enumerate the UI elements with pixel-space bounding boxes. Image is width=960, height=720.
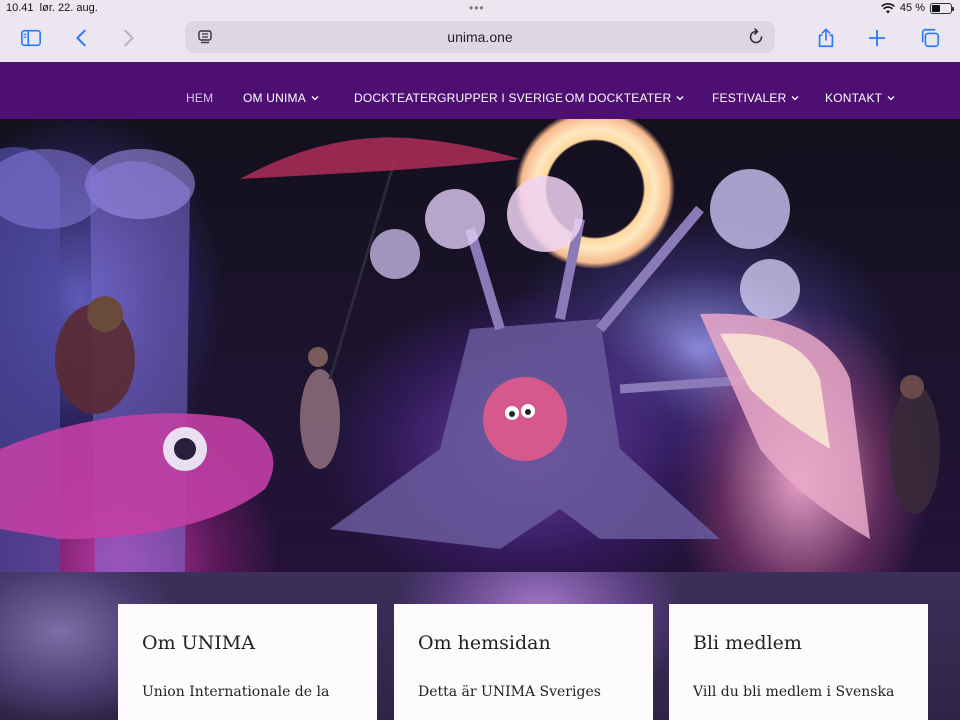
card-om-unima[interactable]: Om UNIMA Union Internationale de la bbox=[118, 604, 377, 720]
card-text: Union Internationale de la bbox=[142, 684, 330, 700]
chevron-down-icon bbox=[311, 96, 319, 101]
hero-stage-illustration bbox=[0, 137, 940, 572]
nav-item-dockteatergrupper[interactable]: DOCKTEATERGRUPPER I SVERIGE bbox=[354, 91, 563, 105]
url-text: unima.one bbox=[447, 29, 513, 45]
chevron-down-icon bbox=[676, 96, 684, 101]
reload-icon[interactable] bbox=[747, 28, 765, 46]
share-icon[interactable] bbox=[814, 26, 838, 50]
nav-item-om-unima[interactable]: OM UNIMA bbox=[243, 91, 319, 105]
page-menu-icon[interactable] bbox=[197, 29, 213, 45]
nav-item-om-dockteater[interactable]: OM DOCKTEATER bbox=[565, 91, 684, 105]
chevron-down-icon bbox=[887, 96, 895, 101]
site-nav: HEM OM UNIMA DOCKTEATERGRUPPER I SVERIGE… bbox=[0, 62, 960, 119]
hero-image bbox=[0, 119, 960, 572]
status-time: 10.41 bbox=[6, 2, 34, 14]
new-tab-icon[interactable] bbox=[865, 26, 889, 50]
card-text: Vill du bli medlem i Svenska bbox=[693, 684, 895, 700]
forward-icon[interactable] bbox=[116, 26, 140, 50]
battery-percent: 45 % bbox=[899, 2, 925, 14]
card-title: Om UNIMA bbox=[142, 632, 255, 654]
card-title: Om hemsidan bbox=[418, 632, 551, 654]
back-icon[interactable] bbox=[70, 26, 94, 50]
nav-item-festivaler[interactable]: FESTIVALER bbox=[712, 91, 799, 105]
battery-icon bbox=[930, 2, 954, 14]
status-date: lør. 22. aug. bbox=[39, 2, 98, 14]
status-bar: 10.41 lør. 22. aug. ••• 45 % bbox=[0, 0, 960, 18]
card-bli-medlem[interactable]: Bli medlem Vill du bli medlem i Svenska bbox=[669, 604, 928, 720]
nav-item-kontakt[interactable]: KONTAKT bbox=[825, 91, 895, 105]
chevron-down-icon bbox=[792, 96, 799, 101]
sidebar-icon[interactable] bbox=[18, 26, 44, 50]
card-text: Detta är UNIMA Sveriges bbox=[418, 684, 601, 700]
browser-chrome: 10.41 lør. 22. aug. ••• 45 % unima.one bbox=[0, 0, 960, 62]
nav-item-hem[interactable]: HEM bbox=[186, 91, 213, 105]
tabs-icon[interactable] bbox=[918, 26, 942, 50]
multitasking-dots-icon[interactable]: ••• bbox=[469, 1, 485, 15]
wifi-icon bbox=[880, 2, 895, 13]
address-bar[interactable]: unima.one bbox=[185, 21, 775, 53]
card-om-hemsidan[interactable]: Om hemsidan Detta är UNIMA Sveriges bbox=[394, 604, 653, 720]
card-title: Bli medlem bbox=[693, 632, 802, 654]
